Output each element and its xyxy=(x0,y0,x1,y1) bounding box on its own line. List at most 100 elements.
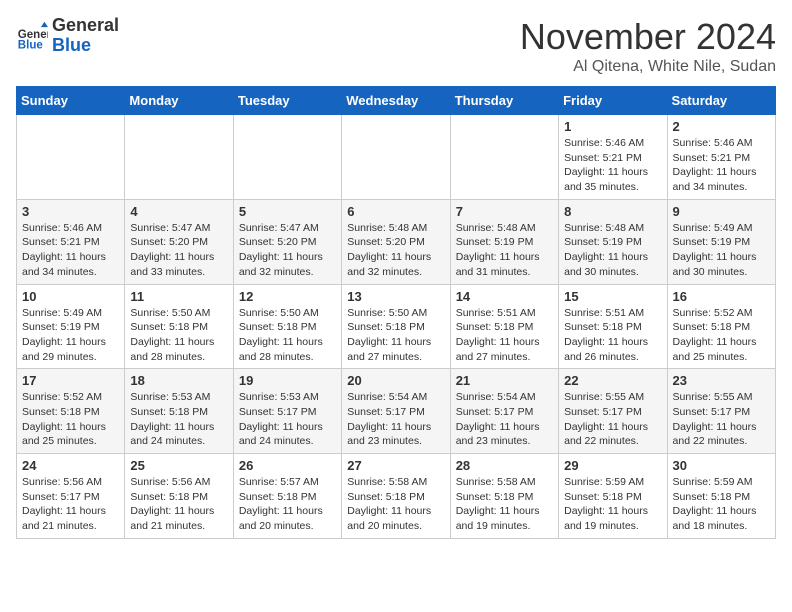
day-number: 28 xyxy=(456,458,553,473)
header-cell-tuesday: Tuesday xyxy=(233,87,341,115)
day-info: Sunrise: 5:50 AMSunset: 5:18 PMDaylight:… xyxy=(239,306,336,365)
logo-text: General Blue xyxy=(52,16,119,56)
day-cell: 14 Sunrise: 5:51 AMSunset: 5:18 PMDayligh… xyxy=(450,284,558,369)
day-number: 5 xyxy=(239,204,336,219)
day-info: Sunrise: 5:52 AMSunset: 5:18 PMDaylight:… xyxy=(673,306,770,365)
day-info: Sunrise: 5:50 AMSunset: 5:18 PMDaylight:… xyxy=(347,306,444,365)
week-row-2: 3 Sunrise: 5:46 AMSunset: 5:21 PMDaylight… xyxy=(17,199,776,284)
day-number: 2 xyxy=(673,119,770,134)
day-number: 13 xyxy=(347,289,444,304)
calendar-table: SundayMondayTuesdayWednesdayThursdayFrid… xyxy=(16,86,776,539)
day-cell: 26 Sunrise: 5:57 AMSunset: 5:18 PMDayligh… xyxy=(233,454,341,539)
day-cell: 15Sunrise: 5:51 AMSunset: 5:18 PMDayligh… xyxy=(559,284,667,369)
day-cell: 17 Sunrise: 5:52 AMSunset: 5:18 PMDayligh… xyxy=(17,369,125,454)
svg-text:Blue: Blue xyxy=(18,39,44,51)
day-info: Sunrise: 5:52 AMSunset: 5:18 PMDaylight:… xyxy=(22,390,119,449)
day-number: 17 xyxy=(22,373,119,388)
day-cell: 7 Sunrise: 5:48 AMSunset: 5:19 PMDaylight… xyxy=(450,199,558,284)
day-cell: 22Sunrise: 5:55 AMSunset: 5:17 PMDayligh… xyxy=(559,369,667,454)
calendar-body: 1 Sunrise: 5:46 AMSunset: 5:21 PMDaylight… xyxy=(17,115,776,539)
day-number: 7 xyxy=(456,204,553,219)
day-cell: 24 Sunrise: 5:56 AMSunset: 5:17 PMDayligh… xyxy=(17,454,125,539)
day-info: Sunrise: 5:46 AMSunset: 5:21 PMDaylight:… xyxy=(673,136,770,195)
day-info: Sunrise: 5:59 AMSunset: 5:18 PMDaylight:… xyxy=(564,475,661,534)
day-info: Sunrise: 5:59 AMSunset: 5:18 PMDaylight:… xyxy=(673,475,770,534)
day-number: 14 xyxy=(456,289,553,304)
day-cell xyxy=(233,115,341,200)
day-cell: 13 Sunrise: 5:50 AMSunset: 5:18 PMDayligh… xyxy=(342,284,450,369)
week-row-4: 17 Sunrise: 5:52 AMSunset: 5:18 PMDayligh… xyxy=(17,369,776,454)
day-info: Sunrise: 5:55 AMSunset: 5:17 PMDaylight:… xyxy=(673,390,770,449)
day-info: Sunrise: 5:55 AMSunset: 5:17 PMDaylight:… xyxy=(564,390,661,449)
week-row-5: 24 Sunrise: 5:56 AMSunset: 5:17 PMDayligh… xyxy=(17,454,776,539)
day-number: 23 xyxy=(673,373,770,388)
day-info: Sunrise: 5:49 AMSunset: 5:19 PMDaylight:… xyxy=(22,306,119,365)
day-info: Sunrise: 5:51 AMSunset: 5:18 PMDaylight:… xyxy=(456,306,553,365)
header-cell-thursday: Thursday xyxy=(450,87,558,115)
day-cell: 21Sunrise: 5:54 AMSunset: 5:17 PMDayligh… xyxy=(450,369,558,454)
day-info: Sunrise: 5:54 AMSunset: 5:17 PMDaylight:… xyxy=(347,390,444,449)
day-number: 29 xyxy=(564,458,661,473)
day-cell: 5 Sunrise: 5:47 AMSunset: 5:20 PMDaylight… xyxy=(233,199,341,284)
day-info: Sunrise: 5:47 AMSunset: 5:20 PMDaylight:… xyxy=(239,221,336,280)
day-cell: 29 Sunrise: 5:59 AMSunset: 5:18 PMDayligh… xyxy=(559,454,667,539)
day-number: 6 xyxy=(347,204,444,219)
day-number: 18 xyxy=(130,373,227,388)
page-title: November 2024 xyxy=(520,16,776,58)
day-number: 16 xyxy=(673,289,770,304)
day-number: 24 xyxy=(22,458,119,473)
day-info: Sunrise: 5:56 AMSunset: 5:17 PMDaylight:… xyxy=(22,475,119,534)
day-number: 30 xyxy=(673,458,770,473)
day-number: 19 xyxy=(239,373,336,388)
week-row-1: 1 Sunrise: 5:46 AMSunset: 5:21 PMDaylight… xyxy=(17,115,776,200)
day-cell: 2 Sunrise: 5:46 AMSunset: 5:21 PMDaylight… xyxy=(667,115,775,200)
day-info: Sunrise: 5:58 AMSunset: 5:18 PMDaylight:… xyxy=(456,475,553,534)
logo-blue: Blue xyxy=(52,35,91,55)
day-info: Sunrise: 5:46 AMSunset: 5:21 PMDaylight:… xyxy=(564,136,661,195)
day-cell: 1 Sunrise: 5:46 AMSunset: 5:21 PMDaylight… xyxy=(559,115,667,200)
day-info: Sunrise: 5:48 AMSunset: 5:19 PMDaylight:… xyxy=(564,221,661,280)
day-cell: 16 Sunrise: 5:52 AMSunset: 5:18 PMDayligh… xyxy=(667,284,775,369)
day-number: 12 xyxy=(239,289,336,304)
day-info: Sunrise: 5:58 AMSunset: 5:18 PMDaylight:… xyxy=(347,475,444,534)
calendar-header: SundayMondayTuesdayWednesdayThursdayFrid… xyxy=(17,87,776,115)
day-info: Sunrise: 5:48 AMSunset: 5:20 PMDaylight:… xyxy=(347,221,444,280)
day-cell: 30 Sunrise: 5:59 AMSunset: 5:18 PMDayligh… xyxy=(667,454,775,539)
day-info: Sunrise: 5:49 AMSunset: 5:19 PMDaylight:… xyxy=(673,221,770,280)
day-cell: 10Sunrise: 5:49 AMSunset: 5:19 PMDayligh… xyxy=(17,284,125,369)
day-cell: 19 Sunrise: 5:53 AMSunset: 5:17 PMDayligh… xyxy=(233,369,341,454)
day-number: 4 xyxy=(130,204,227,219)
header-row: SundayMondayTuesdayWednesdayThursdayFrid… xyxy=(17,87,776,115)
day-number: 25 xyxy=(130,458,227,473)
day-info: Sunrise: 5:46 AMSunset: 5:21 PMDaylight:… xyxy=(22,221,119,280)
day-cell: 4Sunrise: 5:47 AMSunset: 5:20 PMDaylight… xyxy=(125,199,233,284)
day-number: 1 xyxy=(564,119,661,134)
day-number: 15 xyxy=(564,289,661,304)
day-cell: 9 Sunrise: 5:49 AMSunset: 5:19 PMDaylight… xyxy=(667,199,775,284)
day-info: Sunrise: 5:57 AMSunset: 5:18 PMDaylight:… xyxy=(239,475,336,534)
day-info: Sunrise: 5:48 AMSunset: 5:19 PMDaylight:… xyxy=(456,221,553,280)
header-cell-monday: Monday xyxy=(125,87,233,115)
day-number: 26 xyxy=(239,458,336,473)
week-row-3: 10Sunrise: 5:49 AMSunset: 5:19 PMDayligh… xyxy=(17,284,776,369)
day-cell xyxy=(125,115,233,200)
day-cell: 20Sunrise: 5:54 AMSunset: 5:17 PMDayligh… xyxy=(342,369,450,454)
page-header: General Blue General Blue November 2024 … xyxy=(16,16,776,76)
day-number: 3 xyxy=(22,204,119,219)
day-cell: 28 Sunrise: 5:58 AMSunset: 5:18 PMDayligh… xyxy=(450,454,558,539)
day-info: Sunrise: 5:53 AMSunset: 5:18 PMDaylight:… xyxy=(130,390,227,449)
day-cell xyxy=(450,115,558,200)
day-number: 9 xyxy=(673,204,770,219)
day-cell: 3 Sunrise: 5:46 AMSunset: 5:21 PMDaylight… xyxy=(17,199,125,284)
day-number: 11 xyxy=(130,289,227,304)
title-block: November 2024 Al Qitena, White Nile, Sud… xyxy=(520,16,776,76)
day-cell: 11Sunrise: 5:50 AMSunset: 5:18 PMDayligh… xyxy=(125,284,233,369)
day-cell xyxy=(342,115,450,200)
logo: General Blue General Blue xyxy=(16,16,119,56)
day-info: Sunrise: 5:56 AMSunset: 5:18 PMDaylight:… xyxy=(130,475,227,534)
day-cell: 12 Sunrise: 5:50 AMSunset: 5:18 PMDayligh… xyxy=(233,284,341,369)
header-cell-wednesday: Wednesday xyxy=(342,87,450,115)
day-cell: 8Sunrise: 5:48 AMSunset: 5:19 PMDaylight… xyxy=(559,199,667,284)
header-cell-saturday: Saturday xyxy=(667,87,775,115)
day-info: Sunrise: 5:53 AMSunset: 5:17 PMDaylight:… xyxy=(239,390,336,449)
